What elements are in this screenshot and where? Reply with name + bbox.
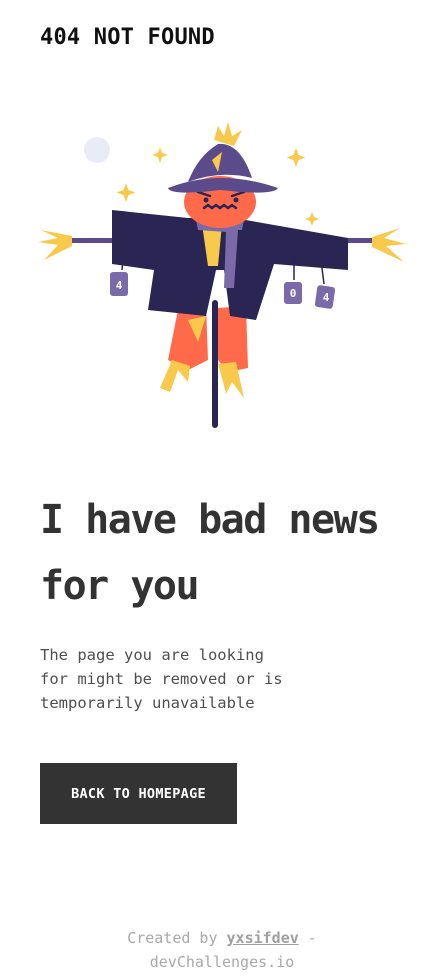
- back-to-homepage-button[interactable]: BACK TO HOMEPAGE: [40, 763, 237, 824]
- footer-author-link[interactable]: yxsifdev: [227, 929, 299, 947]
- can-right-label: 4: [323, 291, 330, 304]
- headline-line-1: I have bad news: [40, 497, 380, 543]
- can-middle-label: 0: [290, 287, 297, 300]
- description-line-1: The page you are looking: [40, 646, 264, 664]
- can-left-label: 4: [116, 279, 123, 292]
- right-hand-straw: [372, 228, 406, 262]
- footer: Created by yxsifdev - devChallenges.io: [0, 926, 427, 974]
- headline-line-2: for you: [40, 563, 200, 609]
- description-line-3: temporarily unavailable: [40, 694, 255, 712]
- moon-icon: [84, 137, 110, 163]
- footer-site-link[interactable]: devChallenges.io: [150, 953, 295, 971]
- hat-straw: [214, 122, 242, 146]
- description: The page you are looking for might be re…: [40, 643, 310, 715]
- footer-prefix: Created by: [127, 929, 218, 947]
- left-hand-straw: [38, 230, 72, 260]
- headline: I have bad news for you: [40, 487, 420, 619]
- scarecrow-illustration: 4 0 4: [38, 122, 406, 428]
- page-header-title: 404 NOT FOUND: [40, 25, 215, 50]
- description-line-2: for might be removed or is: [40, 670, 283, 688]
- left-foot-straw: [160, 360, 190, 392]
- pole: [212, 300, 218, 428]
- footer-separator: -: [307, 929, 317, 947]
